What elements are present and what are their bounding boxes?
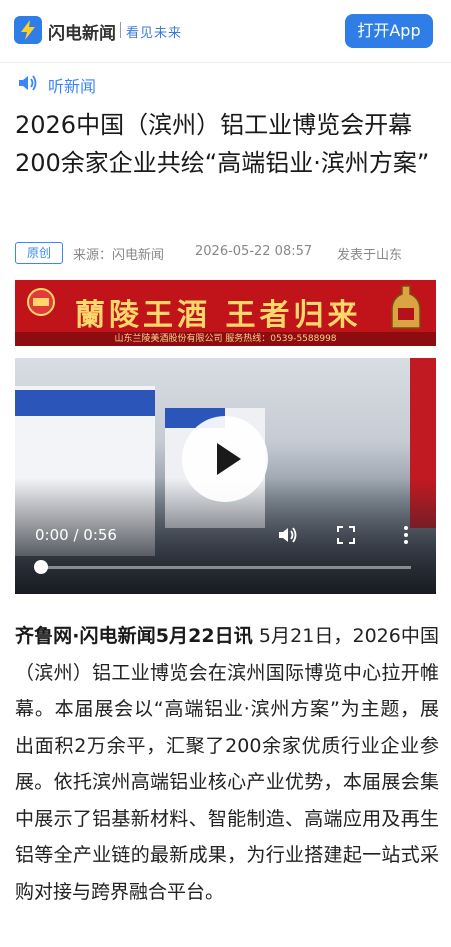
video-booth-sign xyxy=(15,390,155,416)
article-date: 2026-05-22 08:57 xyxy=(195,244,313,259)
ad-brand-text: 蘭陵王酒 王者归来 xyxy=(75,298,362,333)
video-time: 0:00 / 0:56 xyxy=(35,526,117,544)
ad-footer-text: 山东兰陵美酒股份有限公司 服务热线：0539-5588998 xyxy=(15,332,436,346)
app-slogan: 看见未来 xyxy=(126,26,183,41)
open-app-button[interactable]: 打开App xyxy=(345,14,433,48)
original-badge: 原创 xyxy=(15,242,63,264)
app-logo-icon xyxy=(14,16,42,44)
article-source: 来源：闪电新闻 xyxy=(73,248,165,263)
play-icon xyxy=(217,443,241,475)
wine-bottle-icon xyxy=(391,285,421,329)
video-progress-bar[interactable] xyxy=(34,560,411,574)
more-icon[interactable] xyxy=(401,524,411,546)
video-progress-knob[interactable] xyxy=(34,560,48,574)
article-lead: 齐鲁网·闪电新闻5月22日讯 xyxy=(15,625,253,647)
article-text: 5月21日，2026中国（滨州）铝工业博览会在滨州国际博览中心拉开帷幕。本届展会… xyxy=(15,625,439,903)
video-player[interactable]: 0:00 / 0:56 xyxy=(15,358,436,594)
speaker-icon xyxy=(19,75,37,91)
article-location: 发表于山东 xyxy=(337,248,403,263)
app-name: 闪电新闻 xyxy=(48,24,116,44)
ad-banner[interactable]: 蘭陵王酒 王者归来 山东兰陵美酒股份有限公司 服务热线：0539-5588998 xyxy=(15,280,436,346)
ad-logo-icon xyxy=(27,288,55,316)
volume-icon[interactable] xyxy=(277,524,299,546)
top-bar: 闪电新闻 看见未来 打开App xyxy=(0,0,451,63)
article-title: 2026中国（滨州）铝工业博览会开幕 200余家企业共绘“高端铝业·滨州方案” xyxy=(15,111,430,177)
fullscreen-icon[interactable] xyxy=(337,526,355,544)
logo-divider xyxy=(120,22,121,38)
play-button[interactable] xyxy=(182,416,268,502)
listen-news-label: 听新闻 xyxy=(48,77,97,96)
article-body: 齐鲁网·闪电新闻5月22日讯 5月21日，2026中国（滨州）铝工业博览会在滨州… xyxy=(15,618,439,910)
